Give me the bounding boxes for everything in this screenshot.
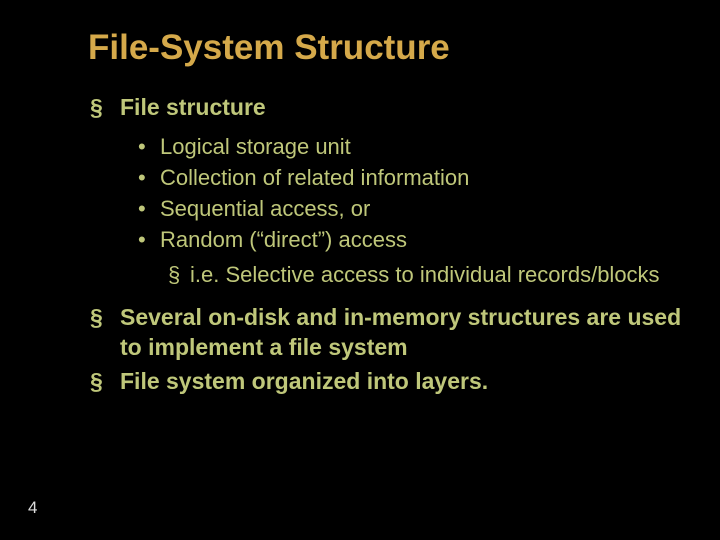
bullet-l1: File system organized into layers. [88, 366, 684, 396]
bullet-l2: Sequential access, or [88, 194, 684, 223]
bullet-l2: Collection of related information [88, 163, 684, 192]
page-number: 4 [28, 498, 37, 518]
bullet-l1: Several on-disk and in-memory structures… [88, 302, 684, 363]
bullet-l2: Logical storage unit [88, 132, 684, 161]
bullet-l1: File structure [88, 92, 684, 122]
slide: File-System Structure File structure Log… [0, 0, 720, 540]
bullet-l2: Random (“direct”) access [88, 225, 684, 254]
slide-content: File structure Logical storage unit Coll… [88, 92, 684, 397]
slide-title: File-System Structure [88, 28, 684, 68]
bullet-l3: i.e. Selective access to individual reco… [88, 260, 684, 289]
